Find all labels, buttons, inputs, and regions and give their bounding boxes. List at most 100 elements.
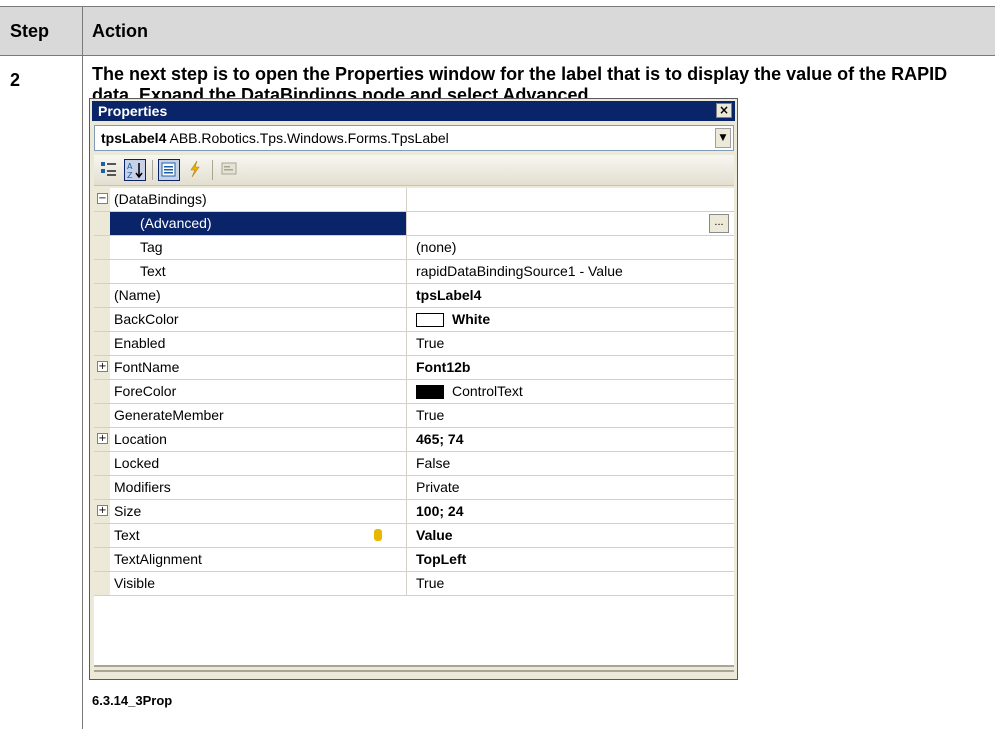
color-swatch (416, 313, 444, 328)
property-value[interactable] (412, 188, 732, 211)
property-row[interactable]: Enabled True (94, 332, 734, 356)
row-gutter: + (94, 500, 110, 523)
property-name: FontName (110, 356, 407, 379)
property-value[interactable]: White (412, 308, 732, 331)
property-value-text: ControlText (452, 383, 523, 399)
property-name: Tag (110, 236, 407, 259)
row-gutter (94, 212, 110, 235)
property-value-text: False (416, 455, 451, 471)
header-action: Action (92, 21, 148, 41)
property-value-text: TopLeft (416, 551, 467, 567)
object-selector[interactable]: tpsLabel4 ABB.Robotics.Tps.Windows.Forms… (94, 125, 734, 151)
row-gutter (94, 476, 110, 499)
property-row[interactable]: Visible True (94, 572, 734, 596)
object-name: tpsLabel4 (101, 130, 167, 146)
property-name: (Advanced) (110, 212, 407, 235)
property-value[interactable]: Font12b (412, 356, 732, 379)
row-gutter (94, 332, 110, 355)
row-gutter (94, 548, 110, 571)
property-value-text: (none) (416, 239, 457, 255)
property-value[interactable]: rapidDataBindingSource1 - Value (412, 260, 732, 283)
property-value[interactable]: True (412, 404, 732, 427)
categorized-icon[interactable] (98, 159, 120, 181)
property-value[interactable]: tpsLabel4 (412, 284, 732, 307)
collapse-icon[interactable]: − (97, 193, 108, 204)
title-bar[interactable]: Properties × (92, 101, 735, 121)
description-pane (94, 665, 734, 677)
row-gutter (94, 236, 110, 259)
property-name: (Name) (110, 284, 407, 307)
property-value[interactable]: 100; 24 (412, 500, 732, 523)
property-row[interactable]: Text rapidDataBindingSource1 - Value (94, 260, 734, 284)
property-name: Enabled (110, 332, 407, 355)
property-grid: − (DataBindings) (Advanced)... Tag (none) Tex… (94, 188, 734, 665)
property-value[interactable]: ... (412, 212, 732, 235)
row-gutter (94, 572, 110, 595)
property-name: Text (110, 260, 407, 283)
row-gutter: + (94, 428, 110, 451)
row-gutter (94, 260, 110, 283)
expand-icon[interactable]: + (97, 433, 108, 444)
property-row[interactable]: BackColor White (94, 308, 734, 332)
property-value-text: True (416, 407, 445, 423)
row-gutter (94, 284, 110, 307)
row-gutter (94, 524, 110, 547)
property-value[interactable]: (none) (412, 236, 732, 259)
property-name: Location (110, 428, 407, 451)
property-row[interactable]: − (DataBindings) (94, 188, 734, 212)
events-icon[interactable] (184, 159, 206, 181)
property-value-text: White (452, 311, 491, 327)
property-row[interactable]: + Size 100; 24 (94, 500, 734, 524)
column-divider (82, 6, 83, 729)
toolbar-separator (212, 160, 213, 180)
property-value-text: True (416, 335, 445, 351)
property-value[interactable]: False (412, 452, 732, 475)
property-value[interactable]: True (412, 332, 732, 355)
property-row[interactable]: Text Value (94, 524, 734, 548)
property-name: Locked (110, 452, 407, 475)
close-button[interactable]: × (716, 103, 732, 118)
object-type: ABB.Robotics.Tps.Windows.Forms.TpsLabel (166, 130, 449, 146)
svg-text:A: A (127, 162, 133, 171)
property-name: BackColor (110, 308, 407, 331)
row-gutter: + (94, 356, 110, 379)
ellipsis-button[interactable]: ... (709, 214, 729, 233)
property-value[interactable]: Value (412, 524, 732, 547)
property-row[interactable]: + FontName Font12b (94, 356, 734, 380)
row-gutter (94, 308, 110, 331)
property-name: Visible (110, 572, 407, 595)
alphabetical-icon[interactable]: AZ (124, 159, 146, 181)
property-row[interactable]: + Location 465; 74 (94, 428, 734, 452)
property-row[interactable]: (Name) tpsLabel4 (94, 284, 734, 308)
table-header: Step Action (0, 6, 995, 56)
property-value[interactable]: 465; 74 (412, 428, 732, 451)
property-value-text: 100; 24 (416, 503, 464, 519)
property-value[interactable]: ControlText (412, 380, 732, 403)
color-swatch (416, 385, 444, 400)
property-row[interactable]: (Advanced)... (94, 212, 734, 236)
figure-caption: 6.3.14_3Prop (92, 693, 173, 708)
window-title: Properties (98, 103, 168, 119)
property-row[interactable]: GenerateMember True (94, 404, 734, 428)
property-value[interactable]: TopLeft (412, 548, 732, 571)
property-name: Modifiers (110, 476, 407, 499)
property-pages-icon[interactable] (218, 159, 240, 181)
instruction-part1: The next step is to open the (92, 64, 336, 84)
expand-icon[interactable]: + (97, 505, 108, 516)
property-row[interactable]: Modifiers Private (94, 476, 734, 500)
property-row[interactable]: Locked False (94, 452, 734, 476)
property-value[interactable]: True (412, 572, 732, 595)
property-row[interactable]: ForeColor ControlText (94, 380, 734, 404)
property-row[interactable]: Tag (none) (94, 236, 734, 260)
property-value-text: True (416, 575, 445, 591)
object-selector-text: tpsLabel4 ABB.Robotics.Tps.Windows.Forms… (101, 130, 449, 146)
property-row[interactable]: TextAlignment TopLeft (94, 548, 734, 572)
property-name: (DataBindings) (110, 188, 407, 211)
instruction-table: Step Action 2 The next step is to open t… (0, 0, 995, 729)
property-value[interactable]: Private (412, 476, 732, 499)
dropdown-arrow-icon[interactable]: ▼ (715, 128, 731, 148)
properties-icon[interactable] (158, 159, 180, 181)
property-value-text: Font12b (416, 359, 471, 375)
property-name: Text (110, 524, 407, 547)
expand-icon[interactable]: + (97, 361, 108, 372)
